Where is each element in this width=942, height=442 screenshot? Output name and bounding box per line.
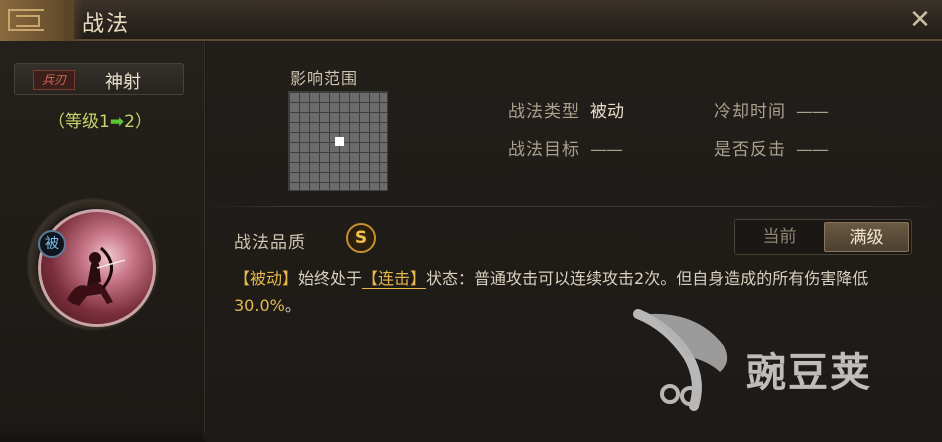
divider (206, 206, 942, 207)
close-icon: ✕ (909, 5, 931, 35)
level-upgrade: （等级1➡2） (0, 107, 200, 132)
watermark: 豌豆荚 (628, 306, 928, 416)
quality-label: 战法品质 (234, 233, 306, 253)
skill-name-plate: 兵刃 神射 (14, 63, 184, 95)
level-from: （等级1 (48, 112, 110, 132)
counter-label: 是否反击 (714, 140, 786, 160)
title-bar: 战法 ✕ (0, 0, 942, 41)
counter-value: —— (796, 140, 829, 160)
toggle-max-level[interactable]: 满级 (824, 222, 909, 252)
cooldown-row: 冷却时间 —— (714, 97, 829, 122)
counter-row: 是否反击 —— (714, 135, 829, 160)
damage-reduction-value: 30.0% (234, 296, 285, 315)
title-deco (64, 0, 84, 41)
window-title: 战法 (82, 12, 131, 37)
combo-tag-link[interactable]: 【连击】 (362, 269, 427, 289)
cooldown-label: 冷却时间 (714, 102, 786, 122)
weapon-type-badge: 兵刃 (33, 70, 75, 90)
level-view-toggle: 当前 满级 (734, 219, 912, 255)
range-target-cell (335, 137, 344, 146)
skill-summary-panel: 兵刃 神射 （等级1➡2） 被 (0, 41, 205, 442)
toggle-current[interactable]: 当前 (737, 222, 822, 252)
range-label: 影响范围 (290, 69, 359, 88)
watermark-logo-icon (633, 309, 728, 411)
arrow-right-icon: ➡ (109, 112, 125, 132)
skill-type-label: 战法类型 (508, 102, 580, 122)
skill-target-value: —— (590, 140, 623, 160)
skill-target-row: 战法目标 —— (508, 135, 623, 160)
close-button[interactable]: ✕ (906, 6, 934, 34)
desc-part-2: 状态：普通攻击可以连续攻击2次。但自身造成的所有伤害降低 (426, 269, 869, 288)
skill-type-value: 被动 (590, 102, 624, 122)
quality-grade-badge: S (346, 223, 376, 253)
level-to: 2） (124, 112, 152, 132)
desc-part-1: 始终处于 (298, 269, 363, 288)
watermark-text: 豌豆荚 (746, 350, 872, 396)
panel-fade (0, 428, 205, 442)
passive-badge: 被 (38, 230, 66, 258)
skill-target-label: 战法目标 (508, 140, 580, 160)
skill-type-row: 战法类型 被动 (508, 97, 624, 122)
title-ornament (0, 0, 74, 41)
archer-rider-icon (67, 246, 126, 306)
range-grid (288, 91, 388, 191)
passive-tag: 【被动】 (234, 269, 299, 288)
skill-name: 神射 (105, 72, 141, 93)
desc-part-3: 。 (284, 296, 301, 315)
skill-portrait (38, 209, 156, 327)
cooldown-value: —— (796, 102, 829, 122)
